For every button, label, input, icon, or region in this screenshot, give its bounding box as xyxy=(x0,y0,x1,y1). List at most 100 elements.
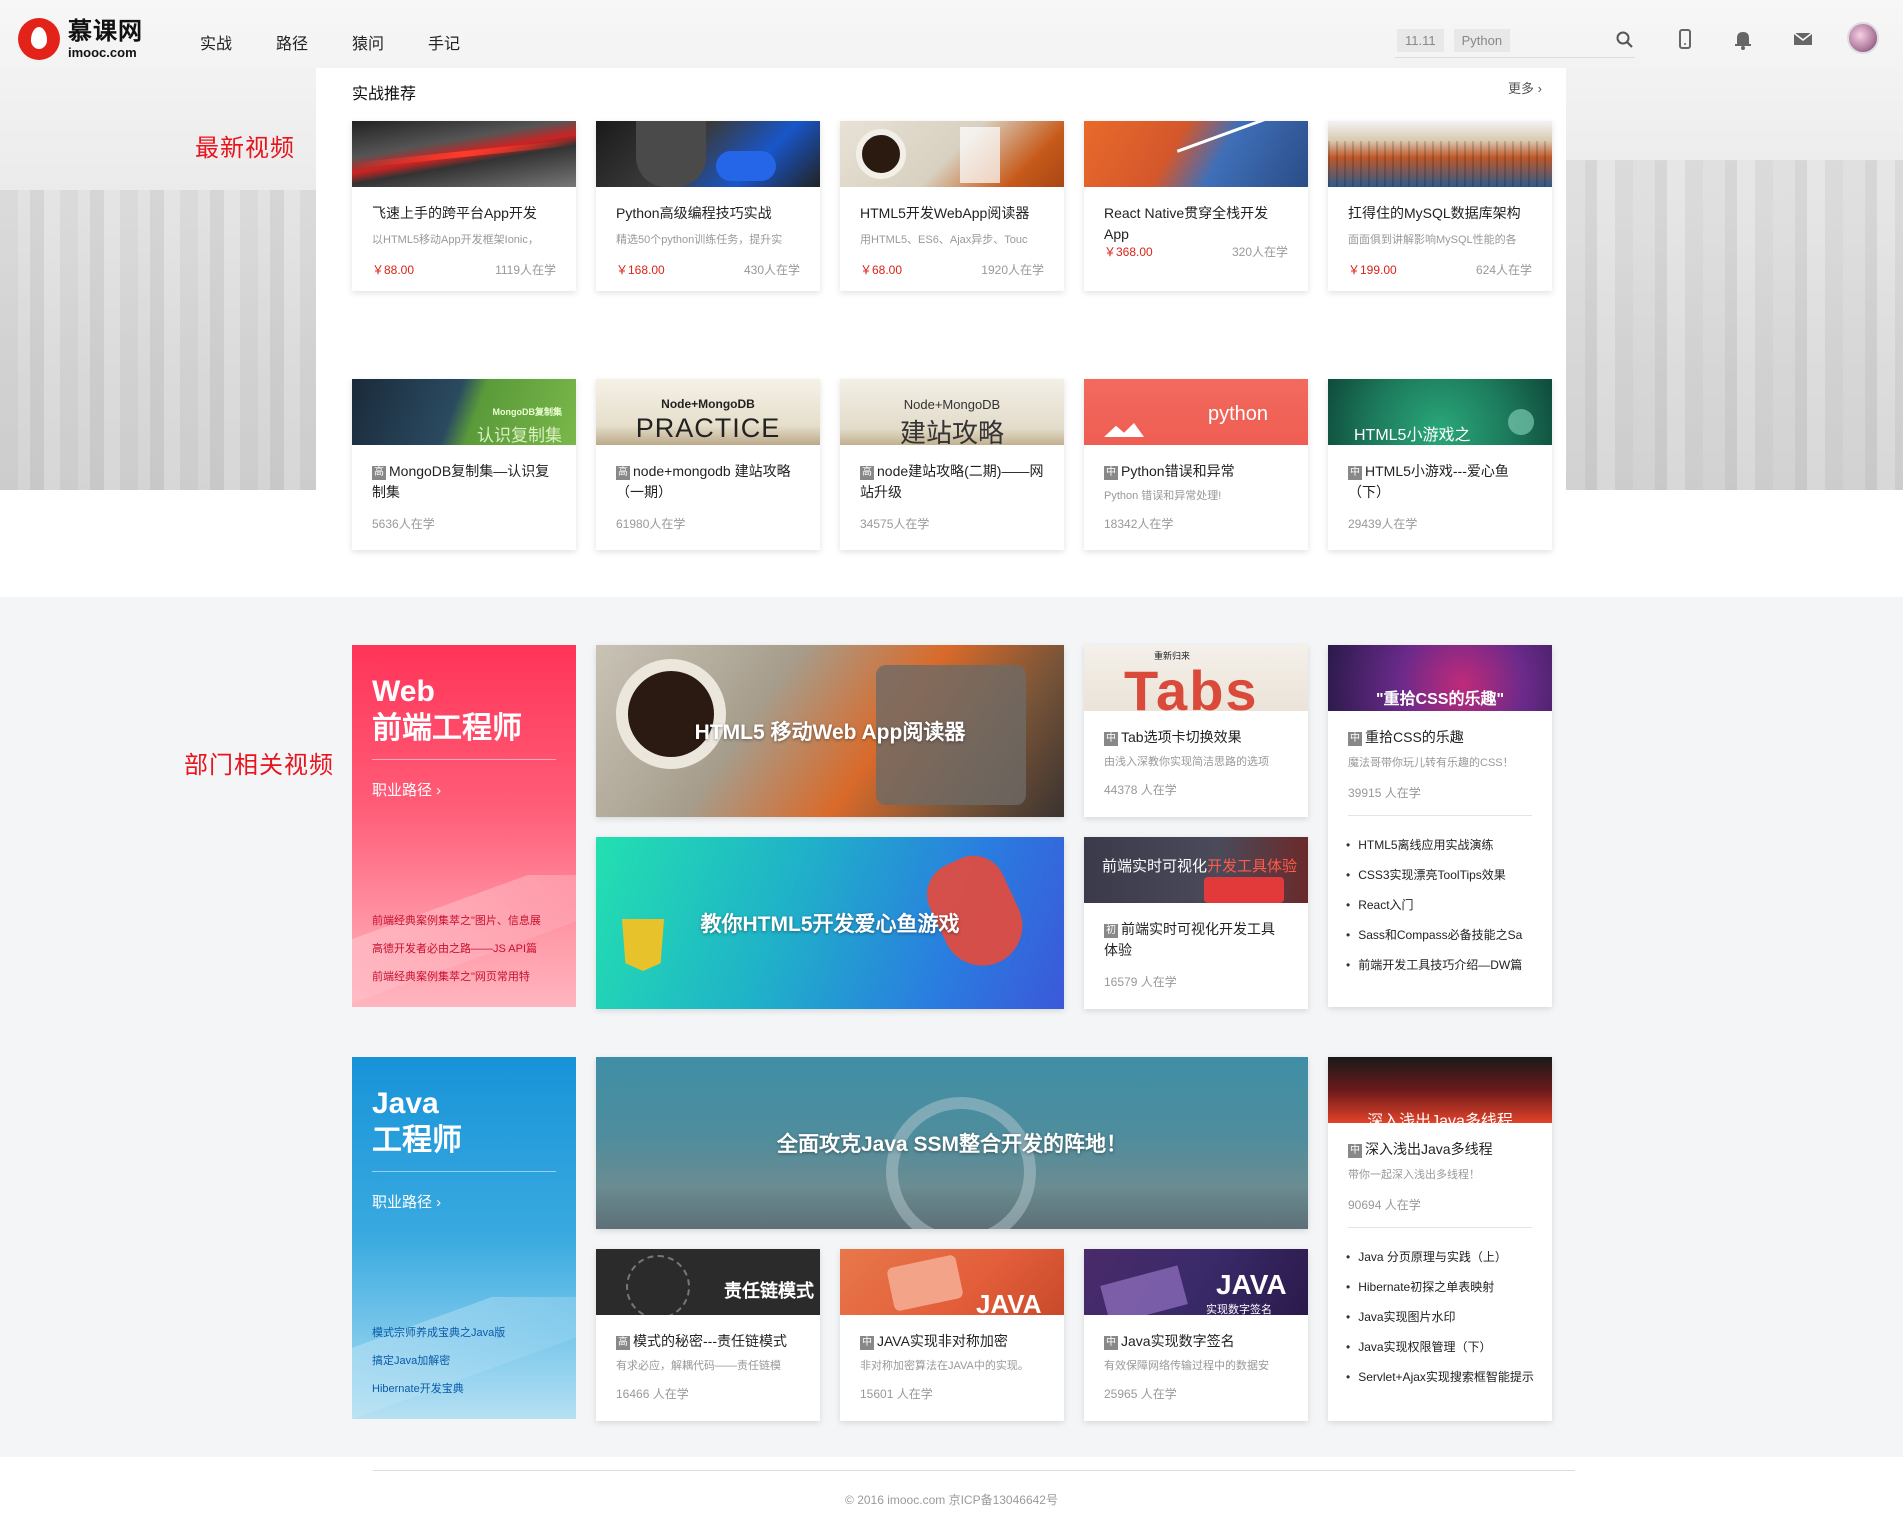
thumb-small-text: MongoDB复制集 xyxy=(492,407,563,417)
banner-html5-fish-game[interactable]: 教你HTML5开发爱心鱼游戏 xyxy=(596,837,1064,1009)
card-body: 中 Tab选项卡切换效果 由浅入深教你实现简洁思路的选项 44378 人在学 xyxy=(1084,711,1308,798)
bell-icon[interactable] xyxy=(1733,28,1753,50)
level-badge: 中 xyxy=(1104,466,1118,480)
thumb-text: python xyxy=(1208,403,1269,425)
course-students: 25965 人在学 xyxy=(1104,1387,1177,1401)
search-input[interactable]: 11.11 Python xyxy=(1395,24,1635,58)
nav-item-yuanwen[interactable]: 猿问 xyxy=(352,30,384,54)
career-link[interactable]: 前端经典案例集萃之"网页常用特 xyxy=(372,963,541,991)
course-card[interactable]: HTML5小游戏之 中 HTML5小游戏---爱心鱼（下） 29439人在学 xyxy=(1328,379,1552,550)
course-card[interactable]: 飞速上手的跨平台App开发 以HTML5移动App开发框架Ionic， ￥88.… xyxy=(352,121,576,291)
course-title-wrap: 中 Java实现数字签名 xyxy=(1104,1331,1288,1355)
course-students: 44378 人在学 xyxy=(1104,783,1177,797)
site-logo[interactable]: 慕课网 imooc.com xyxy=(18,18,143,60)
career-card-java[interactable]: Java 工程师 职业路径 › 模式宗师养成宝典之Java版 搞定Java加解密 … xyxy=(352,1057,576,1419)
thumb-decor xyxy=(1100,1265,1188,1315)
search-tag[interactable]: Python xyxy=(1453,29,1511,52)
course-title-wrap: 中 HTML5小游戏---爱心鱼（下） xyxy=(1348,461,1532,503)
course-thumbnail[interactable]: "重拾CSS的乐趣" xyxy=(1328,645,1552,711)
search-icon[interactable] xyxy=(1615,30,1635,50)
logo-cn: 慕课网 xyxy=(68,17,143,45)
list-item[interactable]: Hibernate初探之单表映射 xyxy=(1346,1272,1534,1302)
course-list-card: "重拾CSS的乐趣" 中重拾CSS的乐趣 魔法哥带你玩儿转有乐趣的CSS！ 39… xyxy=(1328,645,1552,1007)
course-students: 90694 人在学 xyxy=(1348,1198,1421,1212)
career-link[interactable]: 模式宗师养成宝典之Java版 xyxy=(372,1319,505,1347)
course-title: Python高级编程技巧实战 xyxy=(616,205,772,221)
card-body: 扛得住的MySQL数据库架构 面面俱到讲解影响MySQL性能的各 ￥199.00… xyxy=(1328,187,1552,278)
card-body[interactable]: 中重拾CSS的乐趣 魔法哥带你玩儿转有乐趣的CSS！ 39915 人在学 xyxy=(1328,711,1552,801)
course-card[interactable]: Node+MongoDB PRACTICE 高 node+mongodb 建站攻略… xyxy=(596,379,820,550)
course-desc: 精选50个python训练任务，提升实 xyxy=(616,234,783,246)
course-card[interactable]: 扛得住的MySQL数据库架构 面面俱到讲解影响MySQL性能的各 ￥199.00… xyxy=(1328,121,1552,291)
card-body[interactable]: 中深入浅出Java多线程 带你一起深入浅出多线程！ 90694 人在学 xyxy=(1328,1123,1552,1213)
list-item[interactable]: HTML5离线应用实战演练 xyxy=(1346,830,1534,860)
list-item[interactable]: 前端开发工具技巧介绍—DW篇 xyxy=(1346,950,1534,980)
nav-item-shizhan[interactable]: 实战 xyxy=(200,30,232,54)
list-item[interactable]: Servlet+Ajax实现搜索框智能提示 xyxy=(1346,1362,1534,1392)
course-card[interactable]: MongoDB复制集 认识复制集 高 MongoDB复制集—认识复制集 5636人… xyxy=(352,379,576,550)
career-link[interactable]: 前端经典案例集萃之"图片、信息展 xyxy=(372,907,541,935)
card-meta: 44378 人在学 xyxy=(1104,781,1288,798)
card-meta: 16579 人在学 xyxy=(1104,973,1288,990)
list-item[interactable]: Java实现图片水印 xyxy=(1346,1302,1534,1332)
thumb-text: HTML5小游戏之 xyxy=(1354,427,1471,444)
nav-item-lujing[interactable]: 路径 xyxy=(276,30,308,54)
list-item[interactable]: Java 分页原理与实践（上） xyxy=(1346,1242,1534,1272)
course-title-wrap: 中 Python错误和异常 xyxy=(1104,461,1288,485)
career-card-web[interactable]: Web 前端工程师 职业路径 › 前端经典案例集萃之"图片、信息展 高德开发者必由… xyxy=(352,645,576,1007)
thumb-text: JAVA xyxy=(1216,1269,1287,1300)
footer xyxy=(0,1457,1903,1519)
course-card[interactable]: JAVA 实现数字签名 中 Java实现数字签名 有效保障网络传输过程中的数据安 … xyxy=(1084,1249,1308,1421)
card-body: 初前端实时可视化开发工具体验 16579 人在学 xyxy=(1084,903,1308,990)
recommend-more-link[interactable]: 更多 › xyxy=(1508,78,1542,97)
thumb-text: 建站攻略 xyxy=(899,418,1004,445)
card-body: 飞速上手的跨平台App开发 以HTML5移动App开发框架Ionic， ￥88.… xyxy=(352,187,576,278)
nav-item-shouji[interactable]: 手记 xyxy=(428,30,460,54)
career-link[interactable]: 高德开发者必由之路——JS API篇 xyxy=(372,935,541,963)
course-title-wrap: 中 Tab选项卡切换效果 xyxy=(1104,727,1288,751)
course-card[interactable]: 前端实时可视化开发工具体验 初前端实时可视化开发工具体验 16579 人在学 xyxy=(1084,837,1308,1009)
course-card[interactable]: JAVA 中 JAVA实现非对称加密 非对称加密算法在JAVA中的实现。 1560… xyxy=(840,1249,1064,1421)
level-badge: 中 xyxy=(1348,466,1362,480)
search-tag[interactable]: 11.11 xyxy=(1397,29,1444,52)
logo-text: 慕课网 imooc.com xyxy=(68,17,143,59)
mobile-phone-icon[interactable] xyxy=(1675,28,1695,50)
course-students: 18342人在学 xyxy=(1104,517,1174,531)
career-links: 前端经典案例集萃之"图片、信息展 高德开发者必由之路——JS API篇 前端经典… xyxy=(372,907,541,991)
flame-logo-icon xyxy=(18,18,60,60)
course-students: 1920人在学 xyxy=(981,263,1044,277)
mail-icon[interactable] xyxy=(1793,28,1813,50)
banner-title: 全面攻克Java SSM整合开发的阵地！ xyxy=(776,1133,1128,1156)
list-item[interactable]: Sass和Compass必备技能之Sa xyxy=(1346,920,1534,950)
course-card[interactable]: Python高级编程技巧实战 精选50个python训练任务，提升实 ￥168.… xyxy=(596,121,820,291)
banner-java-ssm[interactable]: 全面攻克Java SSM整合开发的阵地！ xyxy=(596,1057,1308,1229)
course-price: ￥168.00 xyxy=(616,263,665,277)
thumb-small-text: Node+MongoDB xyxy=(903,397,1001,412)
course-card[interactable]: Node+MongoDB 建站攻略 高 node建站攻略(二期)——网站升级 34… xyxy=(840,379,1064,550)
course-card[interactable]: 重新归来 Tabs 中 Tab选项卡切换效果 由浅入深教你实现简洁思路的选项 44… xyxy=(1084,645,1308,817)
career-divider xyxy=(372,1171,556,1172)
course-card[interactable]: 责任链模式 高模式的秘密---责任链模式 有求必应，解耦代码——责任链模 164… xyxy=(596,1249,820,1421)
course-students: 624人在学 xyxy=(1475,263,1532,277)
list-item[interactable]: Java实现权限管理（下） xyxy=(1346,1332,1534,1362)
career-title-line1: Web xyxy=(372,675,435,708)
course-thumbnail[interactable]: 深入浅出Java多线程 xyxy=(1328,1057,1552,1130)
user-avatar[interactable] xyxy=(1847,22,1879,54)
course-thumbnail xyxy=(1084,121,1308,187)
course-card[interactable]: React Native贯穿全栈开发App ￥368.00 320人在学 xyxy=(1084,121,1308,291)
course-card[interactable]: python 中 Python错误和异常 Python 错误和异常处理! 1834… xyxy=(1084,379,1308,550)
career-link[interactable]: 搞定Java加解密 xyxy=(372,1347,505,1375)
career-path-link[interactable]: 职业路径 › xyxy=(372,779,441,800)
thumb-text: 前端实时可视化 xyxy=(1102,858,1208,875)
list-item[interactable]: React入门 xyxy=(1346,890,1534,920)
course-students: 430人在学 xyxy=(743,263,800,277)
list-item[interactable]: CSS3实现漂亮ToolTips效果 xyxy=(1346,860,1534,890)
course-thumbnail: 前端实时可视化开发工具体验 xyxy=(1084,837,1308,903)
career-link[interactable]: Hibernate开发宝典 xyxy=(372,1375,505,1403)
course-card[interactable]: HTML5开发WebApp阅读器 用HTML5、ES6、Ajax异步、Touc … xyxy=(840,121,1064,291)
course-students: 15601 人在学 xyxy=(860,1387,933,1401)
course-students: 5636人在学 xyxy=(372,517,435,531)
banner-html5-reader[interactable]: HTML5 移动Web App阅读器 xyxy=(596,645,1064,817)
career-path-link[interactable]: 职业路径 › xyxy=(372,1191,441,1212)
career-links: 模式宗师养成宝典之Java版 搞定Java加解密 Hibernate开发宝典 xyxy=(372,1319,505,1403)
